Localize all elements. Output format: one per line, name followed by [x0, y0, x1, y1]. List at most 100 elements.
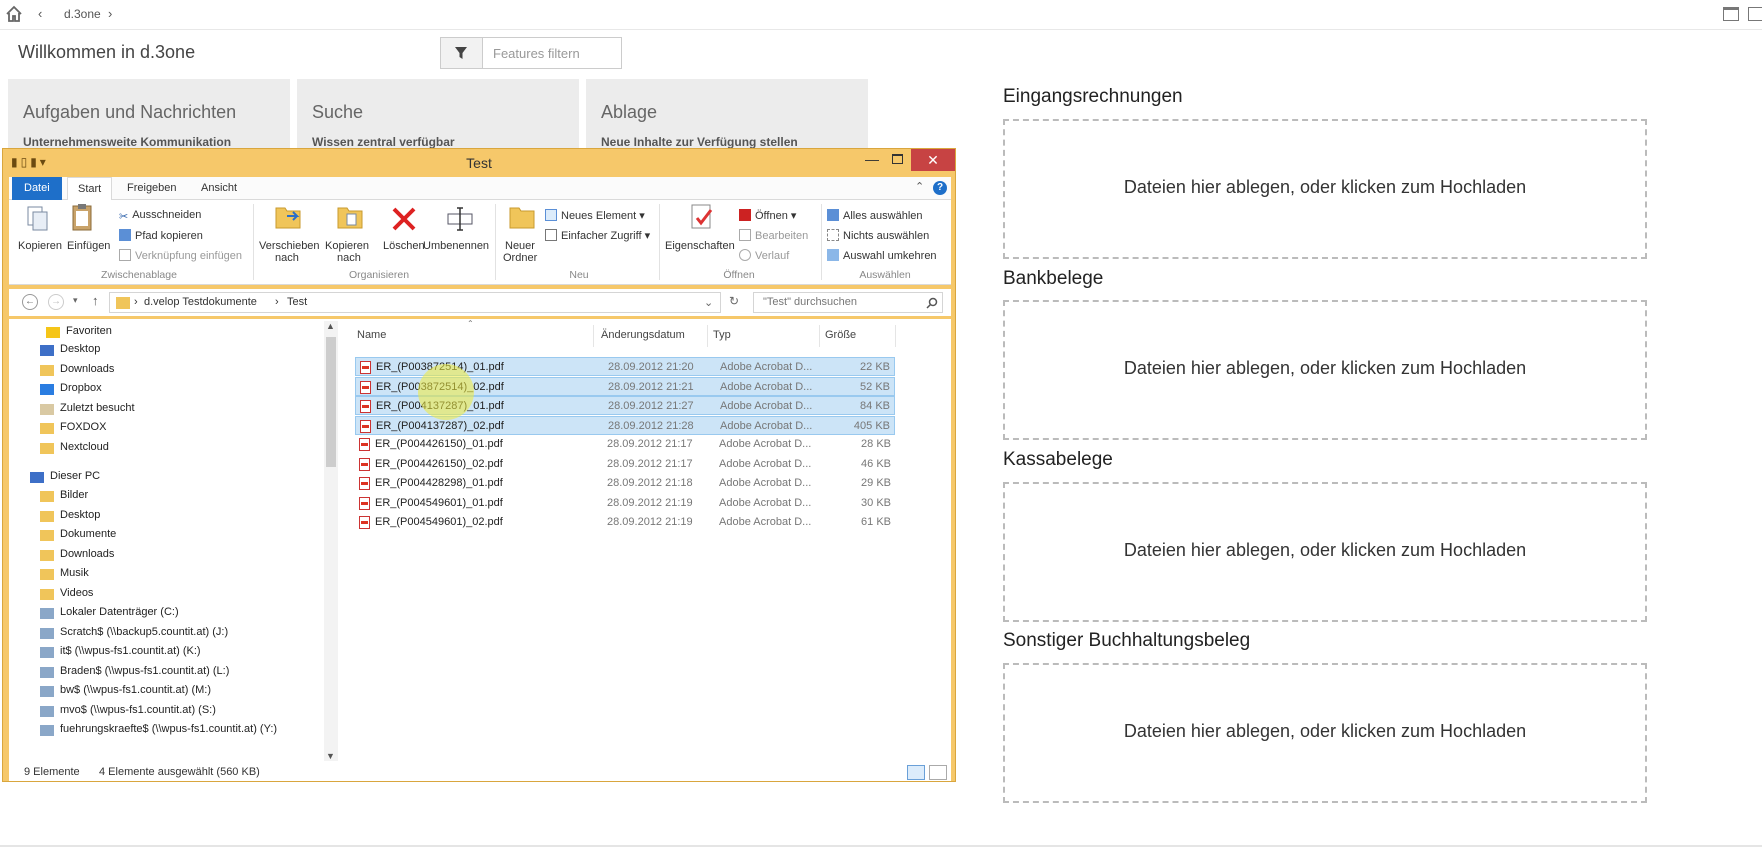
scroll-up-icon[interactable]: ▲: [326, 321, 335, 331]
dropzone-invoices[interactable]: Dateien hier ablegen, oder klicken zum H…: [1003, 119, 1647, 259]
tree-item-pc-8[interactable]: it$ (\\wpus-fs1.countit.at) (K:): [60, 645, 201, 657]
open-button[interactable]: Öffnen ▾: [739, 209, 796, 222]
breadcrumb[interactable]: d.3one: [64, 7, 101, 21]
tab-share[interactable]: Freigeben: [117, 177, 187, 200]
select-none-button[interactable]: Nichts auswählen: [827, 229, 929, 242]
address-part-1[interactable]: d.velop Testdokumente: [144, 296, 257, 308]
restore-icon[interactable]: [1748, 7, 1762, 21]
dropzone-bank[interactable]: Dateien hier ablegen, oder klicken zum H…: [1003, 300, 1647, 440]
column-name[interactable]: Name: [357, 329, 386, 341]
copy-to-button[interactable]: Kopieren: [325, 240, 369, 252]
address-part-2[interactable]: Test: [287, 296, 307, 308]
window-icon[interactable]: [1723, 7, 1739, 21]
back-button[interactable]: ‹: [38, 6, 42, 21]
forward-arrow-icon[interactable]: →: [48, 294, 64, 310]
tree-item-pc-2[interactable]: Dokumente: [60, 528, 116, 540]
history-button[interactable]: Verlauf: [739, 249, 789, 262]
rename-button[interactable]: Umbenennen: [423, 240, 489, 252]
copy-path-button[interactable]: Pfad kopieren: [119, 229, 203, 242]
tree-item-pc-3[interactable]: Downloads: [60, 548, 114, 560]
file-row[interactable]: ER_(P004428298)_01.pdf 28.09.2012 21:18 Ad…: [355, 474, 895, 493]
file-explorer-window[interactable]: ▮▯▮▾ Test — ✕ Datei Start Freigeben Ansi…: [2, 148, 956, 782]
forward-button[interactable]: ›: [108, 6, 112, 21]
tree-item-fav-3[interactable]: Zuletzt besucht: [60, 402, 135, 414]
up-arrow-icon[interactable]: ↑: [92, 293, 99, 308]
file-row[interactable]: ER_(P004426150)_01.pdf 28.09.2012 21:17 Ad…: [355, 435, 895, 454]
move-to-button[interactable]: Verschieben: [259, 240, 320, 252]
paste-button[interactable]: Einfügen: [67, 240, 110, 252]
tree-item-favorites[interactable]: Favoriten: [66, 325, 112, 337]
tree-item-this-pc[interactable]: Dieser PC: [50, 470, 100, 482]
ribbon-collapse-icon[interactable]: ⌃: [915, 180, 924, 193]
scroll-down-icon[interactable]: ▼: [326, 751, 335, 761]
cut-button[interactable]: ✂ Ausschneiden: [119, 209, 201, 223]
tree-item-pc-11[interactable]: mvo$ (\\wpus-fs1.countit.at) (S:): [60, 704, 216, 716]
maximize-button[interactable]: [892, 154, 903, 164]
details-view-icon[interactable]: [907, 765, 925, 780]
filter-button[interactable]: [441, 38, 483, 68]
tree-item-fav-5[interactable]: Nextcloud: [60, 441, 109, 453]
home-icon[interactable]: [5, 5, 23, 23]
recent-dropdown-icon[interactable]: ▾: [73, 295, 78, 306]
refresh-icon[interactable]: ↻: [729, 294, 739, 308]
delete-button[interactable]: Löschen: [383, 240, 425, 252]
tree-item-fav-4[interactable]: FOXDOX: [60, 421, 106, 433]
search-input[interactable]: "Test" durchsuchen: [763, 296, 857, 308]
tile-tasks[interactable]: Aufgaben und Nachrichten Unternehmenswei…: [8, 79, 290, 159]
close-button[interactable]: ✕: [911, 149, 955, 171]
new-folder-button[interactable]: Neuer: [505, 240, 535, 252]
file-row[interactable]: ER_(P004426150)_02.pdf 28.09.2012 21:17 Ad…: [355, 455, 895, 474]
tree-item-pc-6[interactable]: Lokaler Datenträger (C:): [60, 606, 179, 618]
properties-button[interactable]: Eigenschaften: [665, 240, 735, 252]
tiles-view-icon[interactable]: [929, 765, 947, 780]
tree-item-fav-0[interactable]: Desktop: [60, 343, 100, 355]
tree-item-fav-2[interactable]: Dropbox: [60, 382, 102, 394]
copy-button[interactable]: Kopieren: [18, 240, 62, 252]
tile-search[interactable]: Suche Wissen zentral verfügbar: [297, 79, 579, 159]
paste-shortcut-button[interactable]: Verknüpfung einfügen: [119, 249, 242, 262]
minimize-button[interactable]: —: [865, 151, 879, 167]
scrollbar-thumb[interactable]: [326, 337, 336, 467]
tree-item-pc-4[interactable]: Musik: [60, 567, 89, 579]
tab-file[interactable]: Datei: [12, 177, 62, 200]
file-row[interactable]: ER_(P004549601)_01.pdf 28.09.2012 21:19 Ad…: [355, 494, 895, 513]
history-label: Verlauf: [755, 250, 790, 262]
select-all-button[interactable]: Alles auswählen: [827, 209, 923, 222]
tree-item-pc-7[interactable]: Scratch$ (\\backup5.countit.at) (J:): [60, 626, 228, 638]
tree-item-pc-12[interactable]: fuehrungskraefte$ (\\wpus-fs1.countit.at…: [60, 723, 277, 735]
tree-pc-11-icon: [40, 705, 54, 717]
filter-input[interactable]: Features filtern: [493, 46, 580, 61]
tab-view[interactable]: Ansicht: [191, 177, 247, 200]
title-bar[interactable]: ▮▯▮▾ Test — ✕: [3, 149, 955, 177]
paste-icon: [72, 204, 92, 231]
dropzone-cash[interactable]: Dateien hier ablegen, oder klicken zum H…: [1003, 482, 1647, 622]
new-item-button[interactable]: Neues Element ▾: [545, 209, 645, 222]
column-date[interactable]: Änderungsdatum: [601, 329, 685, 341]
address-box[interactable]: › d.velop Testdokumente › Test ⌄: [109, 292, 721, 313]
tree-item-pc-10[interactable]: bw$ (\\wpus-fs1.countit.at) (M:): [60, 684, 211, 696]
tab-start[interactable]: Start: [67, 177, 113, 200]
tree-item-fav-1[interactable]: Downloads: [60, 363, 114, 375]
tile-filing[interactable]: Ablage Neue Inhalte zur Verfügung stelle…: [586, 79, 868, 159]
back-arrow-icon[interactable]: ←: [22, 294, 38, 310]
easy-access-button[interactable]: Einfacher Zugriff ▾: [545, 229, 650, 242]
tree-scrollbar[interactable]: ▲ ▼: [324, 321, 338, 761]
edit-button[interactable]: Bearbeiten: [739, 229, 808, 242]
column-type[interactable]: Typ: [713, 329, 731, 341]
tree-item-pc-0[interactable]: Bilder: [60, 489, 88, 501]
tree-item-pc-5[interactable]: Videos: [60, 587, 93, 599]
search-box[interactable]: "Test" durchsuchen: [753, 292, 943, 313]
invert-selection-button[interactable]: Auswahl umkehren: [827, 249, 937, 262]
search-icon[interactable]: [926, 297, 938, 309]
properties-icon: [691, 204, 713, 229]
pdf-file-icon: [359, 496, 370, 510]
address-dropdown-icon[interactable]: ⌄: [704, 296, 713, 309]
column-size[interactable]: Größe: [825, 329, 856, 341]
tree-item-pc-1[interactable]: Desktop: [60, 509, 100, 521]
tree-item-pc-9[interactable]: Braden$ (\\wpus-fs1.countit.at) (L:): [60, 665, 229, 677]
help-icon[interactable]: ?: [933, 181, 947, 195]
file-row[interactable]: ER_(P004549601)_02.pdf 28.09.2012 21:19 Ad…: [355, 513, 895, 532]
tree-this-pc-icon: [30, 472, 44, 483]
ribbon: Kopieren Einfügen ✂ Ausschneiden Pfad kop…: [9, 200, 951, 285]
dropzone-other[interactable]: Dateien hier ablegen, oder klicken zum H…: [1003, 663, 1647, 803]
